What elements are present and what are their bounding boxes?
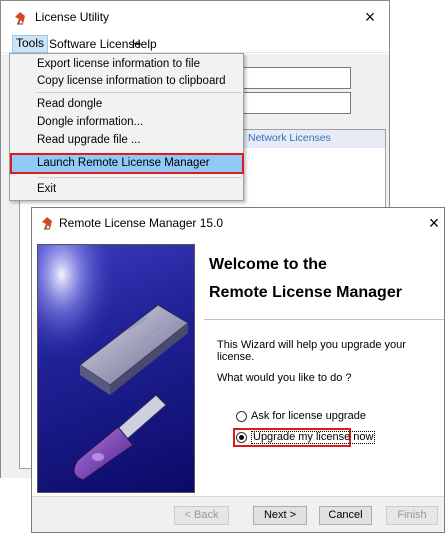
back-button[interactable]: < Back xyxy=(174,506,229,525)
wizard-question-text: What would you like to do ? xyxy=(217,372,352,384)
menu-bar: Tools Software License Help xyxy=(1,35,389,53)
menu-item-exit[interactable]: Exit xyxy=(11,180,242,198)
remote-license-manager-window: Remote License Manager 15.0 × Welcome to… xyxy=(31,207,445,533)
menu-item-copy[interactable]: Copy license information to clipboard xyxy=(11,72,242,90)
window-title: License Utility xyxy=(35,10,110,24)
wizard-footer: < Back Next > Cancel Finish xyxy=(32,496,444,532)
divider xyxy=(204,319,444,320)
dongle-illustration xyxy=(37,244,195,493)
tools-dropdown-menu: Export license information to file Copy … xyxy=(9,53,244,201)
app-icon xyxy=(15,12,25,25)
wizard-body: Welcome to the Remote License Manager Th… xyxy=(32,238,444,496)
license-utility-titlebar[interactable]: License Utility × xyxy=(1,1,389,35)
radio-dot xyxy=(239,435,244,440)
option-label[interactable]: Upgrade my license now xyxy=(251,431,376,444)
menu-item-export[interactable]: Export license information to file xyxy=(11,55,242,73)
menu-item-launch-rlm[interactable]: Launch Remote License Manager xyxy=(11,154,242,172)
radio-button-selected[interactable] xyxy=(236,432,247,443)
menu-item-read-dongle[interactable]: Read dongle xyxy=(11,95,242,113)
window-title: Remote License Manager 15.0 xyxy=(59,216,224,230)
usb-dongle-icon xyxy=(38,245,194,492)
product-heading: Remote License Manager xyxy=(209,284,402,301)
app-icon xyxy=(42,217,52,230)
welcome-heading: Welcome to the xyxy=(209,256,327,273)
menu-item-dongle-info[interactable]: Dongle information... xyxy=(11,113,242,131)
info-field xyxy=(239,67,351,89)
network-licenses-tab[interactable]: Network Licenses xyxy=(248,132,331,144)
menu-tools[interactable]: Tools xyxy=(12,35,49,53)
radio-button[interactable] xyxy=(236,411,247,422)
close-icon[interactable]: × xyxy=(422,210,445,236)
menu-item-read-upgrade[interactable]: Read upgrade file ... xyxy=(11,131,242,149)
menu-separator xyxy=(37,92,242,93)
menu-separator xyxy=(37,177,242,178)
option-label[interactable]: Ask for license upgrade xyxy=(251,410,366,422)
cancel-button[interactable]: Cancel xyxy=(319,506,372,525)
info-field xyxy=(239,92,351,114)
finish-button[interactable]: Finish xyxy=(386,506,438,525)
close-icon[interactable]: × xyxy=(355,5,385,29)
menu-help[interactable]: Help xyxy=(129,36,160,52)
rlm-titlebar[interactable]: Remote License Manager 15.0 × xyxy=(32,208,444,238)
wizard-intro-text: This Wizard will help you upgrade your l… xyxy=(217,339,406,363)
next-button[interactable]: Next > xyxy=(253,506,307,525)
